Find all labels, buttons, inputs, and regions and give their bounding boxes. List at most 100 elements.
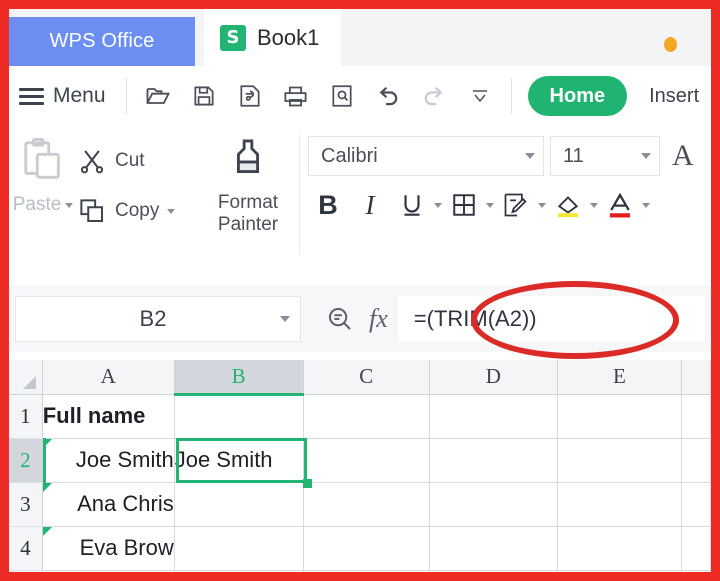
menu-button[interactable]: Menu	[15, 74, 116, 118]
cell-style-button[interactable]	[496, 184, 536, 226]
cell-b4[interactable]	[174, 526, 304, 571]
print-icon[interactable]	[275, 75, 317, 117]
cell-f2[interactable]	[681, 438, 711, 483]
bold-button[interactable]: B	[308, 184, 348, 226]
cell-d5[interactable]	[429, 570, 558, 572]
chevron-down-icon[interactable]	[642, 202, 650, 208]
grid-body: 1 Full name 2 Joe Smith Joe Smith 3 Ana …	[9, 394, 711, 572]
column-header-e[interactable]: E	[557, 360, 682, 395]
name-box[interactable]: B2	[15, 296, 301, 342]
cell-a1[interactable]: Full name	[42, 394, 175, 439]
font-size-combo[interactable]: 11	[550, 136, 660, 176]
fill-color-button[interactable]	[548, 184, 588, 226]
cell-b2[interactable]: Joe Smith	[174, 438, 304, 483]
chevron-down-icon[interactable]	[590, 202, 598, 208]
customize-quick-access-icon[interactable]	[459, 75, 501, 117]
chevron-down-icon[interactable]	[280, 316, 290, 322]
chevron-down-icon[interactable]	[641, 153, 651, 159]
document-tab-book1[interactable]: S Book1	[204, 9, 342, 66]
cell-e3[interactable]	[557, 482, 682, 527]
save-as-icon[interactable]	[229, 75, 271, 117]
ribbon-group-clipboard: Paste Cut Copy Format Painter	[9, 126, 291, 266]
font-controls-row: Calibri 11 A	[308, 136, 694, 176]
cell-a4[interactable]: Eva Brow	[42, 526, 175, 571]
cell-a2[interactable]: Joe Smith	[42, 438, 175, 483]
cut-button[interactable]: Cut	[77, 140, 205, 182]
column-header-b[interactable]: B	[174, 360, 304, 396]
cell-a3[interactable]: Ana Chris	[42, 482, 175, 527]
format-painter-label-line2: Painter	[217, 213, 279, 235]
wps-spreadsheet-window: WPS Office S Book1 Menu Home Insert Past…	[0, 0, 720, 581]
column-header-d[interactable]: D	[429, 360, 558, 395]
redo-icon[interactable]	[413, 75, 455, 117]
copy-button[interactable]: Copy	[77, 190, 205, 232]
print-preview-icon[interactable]	[321, 75, 363, 117]
cell-f4[interactable]	[681, 526, 711, 571]
cell-b3[interactable]	[174, 482, 304, 527]
cell-c5[interactable]	[303, 570, 430, 572]
format-painter-button[interactable]: Format Painter	[205, 132, 291, 236]
insert-function-button[interactable]: fx	[369, 304, 388, 334]
cell-c1[interactable]	[303, 394, 430, 439]
wps-office-tab-label: WPS Office	[49, 30, 155, 52]
underline-button[interactable]	[392, 184, 432, 226]
cell-d3[interactable]	[429, 482, 558, 527]
borders-button[interactable]	[444, 184, 484, 226]
chevron-down-icon[interactable]	[538, 202, 546, 208]
column-header-f-partial[interactable]	[681, 360, 711, 395]
formula-input[interactable]: =(TRIM(A2))	[397, 296, 705, 342]
row-header-4[interactable]: 4	[9, 526, 43, 571]
chevron-down-icon[interactable]	[525, 153, 535, 159]
spreadsheet-grid[interactable]: A B C D E 1 Full name 2 Joe Smith Joe Sm…	[9, 360, 711, 572]
column-header-a[interactable]: A	[42, 360, 175, 395]
chevron-down-icon[interactable]	[167, 208, 176, 214]
undo-icon[interactable]	[367, 75, 409, 117]
tab-home[interactable]: Home	[527, 76, 628, 116]
font-name-combo[interactable]: Calibri	[308, 136, 544, 176]
formula-bar: B2 fx =(TRIM(A2))	[9, 286, 711, 352]
wps-office-tab[interactable]: WPS Office	[9, 17, 195, 66]
cut-copy-column: Cut Copy	[77, 132, 205, 232]
cell-a5[interactable]	[42, 570, 175, 572]
cell-e2[interactable]	[557, 438, 682, 483]
cell-c2[interactable]	[303, 438, 430, 483]
paste-button[interactable]: Paste	[9, 132, 77, 216]
cell-f5[interactable]	[681, 570, 711, 572]
chevron-down-icon[interactable]	[65, 202, 74, 208]
cell-b1[interactable]	[174, 394, 304, 439]
format-painter-label: Format Painter	[218, 192, 278, 236]
cell-e1[interactable]	[557, 394, 682, 439]
fill-handle[interactable]	[303, 479, 312, 488]
row-header-5[interactable]: 5	[9, 570, 43, 572]
save-icon[interactable]	[183, 75, 225, 117]
cell-b5[interactable]	[174, 570, 304, 572]
unsaved-status-dot	[664, 37, 677, 52]
row-header-1[interactable]: 1	[9, 394, 43, 439]
divider	[125, 78, 127, 114]
open-icon[interactable]	[137, 75, 179, 117]
search-icon[interactable]	[325, 304, 355, 334]
cell-f3[interactable]	[681, 482, 711, 527]
tab-insert[interactable]: Insert	[649, 85, 699, 108]
font-color-button[interactable]	[600, 184, 640, 226]
document-title: Book1	[257, 24, 320, 50]
chevron-down-icon[interactable]	[434, 202, 442, 208]
italic-button[interactable]: I	[350, 184, 390, 226]
column-header-c[interactable]: C	[303, 360, 430, 395]
column-header-row: A B C D E	[9, 360, 711, 396]
cell-e4[interactable]	[557, 526, 682, 571]
chevron-down-icon[interactable]	[486, 202, 494, 208]
paste-button-label: Paste	[12, 194, 62, 215]
row-header-3[interactable]: 3	[9, 482, 43, 527]
cell-f1[interactable]	[681, 394, 711, 439]
cell-d1[interactable]	[429, 394, 558, 439]
select-all-corner[interactable]	[9, 360, 43, 395]
grow-font-button[interactable]: A	[672, 139, 694, 173]
cell-c4[interactable]	[303, 526, 430, 571]
cell-c3[interactable]	[303, 482, 430, 527]
hamburger-icon	[19, 87, 44, 105]
cell-e5[interactable]	[557, 570, 682, 572]
cell-d4[interactable]	[429, 526, 558, 571]
row-header-2[interactable]: 2	[9, 438, 43, 483]
cell-d2[interactable]	[429, 438, 558, 483]
